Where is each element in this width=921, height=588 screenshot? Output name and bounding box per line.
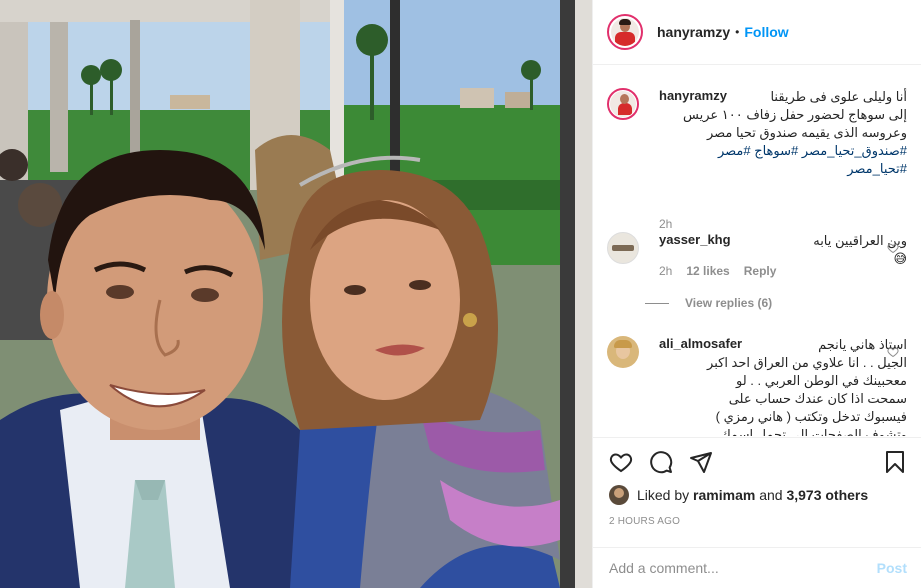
comment-line: فيسبوك تدخل وتكتب ( هاني رمزي ) xyxy=(715,409,907,424)
liked-by-prefix: Liked by xyxy=(637,487,690,503)
liked-by-user[interactable]: ramimam xyxy=(693,487,755,503)
reply-button[interactable]: Reply xyxy=(744,264,777,278)
comment-text: استاذ هاني يانجم الجيل . . انا علاوي من … xyxy=(662,336,907,436)
liked-by-and: and xyxy=(759,487,783,503)
post-timestamp[interactable]: 2 HOURS AGO xyxy=(609,516,680,527)
caption-meta: 2h xyxy=(659,217,672,231)
comment-time[interactable]: 2h xyxy=(659,264,672,278)
caption-text: أنا وليلى علوى فى طريقنا إلى سوهاج لحضور… xyxy=(677,88,907,178)
author-avatar[interactable] xyxy=(607,14,643,50)
add-comment-input[interactable]: Add a comment... xyxy=(609,560,877,576)
comment-line: الجيل . . انا علاوي من العراق احد اكبر xyxy=(707,355,907,370)
commenter-avatar[interactable] xyxy=(607,232,639,264)
caption-avatar[interactable] xyxy=(607,88,639,120)
comments-list[interactable]: hanyramzy أنا وليلى علوى فى طريقنا إلى س… xyxy=(593,66,921,436)
caption: hanyramzy أنا وليلى علوى فى طريقنا إلى س… xyxy=(607,88,907,238)
caption-line: وعروسه الذى يقيمه صندوق تحيا مصر xyxy=(706,125,907,140)
comment-likes[interactable]: 12 likes xyxy=(686,264,729,278)
header-separator: • xyxy=(735,25,740,39)
selfie-image xyxy=(0,0,592,588)
follow-button[interactable]: Follow xyxy=(744,24,788,40)
post-actions: Liked by ramimam and 3,973 others 2 HOUR… xyxy=(593,437,921,547)
caption-time[interactable]: 2h xyxy=(659,217,672,231)
comment-line: استاذ هاني يانجم xyxy=(818,337,907,352)
action-icons xyxy=(609,450,907,478)
post-comment-button[interactable]: Post xyxy=(877,560,907,576)
liked-by: Liked by ramimam and 3,973 others xyxy=(609,485,868,505)
add-comment-bar: Add a comment... Post xyxy=(593,547,921,588)
post-photo[interactable] xyxy=(0,0,592,588)
comment-icon[interactable] xyxy=(649,450,673,474)
heart-icon[interactable] xyxy=(609,450,633,474)
comment-line: وتشوف الصفحات الي تحمل اسمك xyxy=(720,427,907,436)
view-replies-label[interactable]: View replies (6) xyxy=(685,296,772,310)
comment-line: معحبينك في الوطن العربي . . لو xyxy=(736,373,907,388)
share-icon[interactable] xyxy=(689,450,713,474)
view-replies-button[interactable]: View replies (6) xyxy=(645,296,772,310)
comment-meta: 2h 12 likes Reply xyxy=(659,264,776,278)
post-details-panel: hanyramzy • Follow hanyramzy أنا وليلى ع… xyxy=(592,0,921,588)
bookmark-icon[interactable] xyxy=(883,450,907,474)
liked-by-others[interactable]: 3,973 others xyxy=(786,487,868,503)
caption-line: أنا وليلى علوى فى طريقنا xyxy=(770,89,907,104)
author-username[interactable]: hanyramzy xyxy=(657,24,730,40)
like-small-icon[interactable] xyxy=(887,242,899,254)
commenter-username[interactable]: yasser_khg xyxy=(659,232,731,247)
replies-divider xyxy=(645,302,669,304)
caption-hashtags[interactable]: #تحيا_مصر xyxy=(677,160,907,178)
caption-line: إلى سوهاج لحضور حفل زفاف ١٠٠ عريس xyxy=(683,107,907,122)
commenter-avatar[interactable] xyxy=(607,336,639,368)
caption-hashtags[interactable]: #صندوق_تحيا_مصر #سوهاج #مصر xyxy=(677,142,907,160)
post-header: hanyramzy • Follow xyxy=(593,0,921,65)
comment-item: ali_almosafer استاذ هاني يانجم الجيل . .… xyxy=(607,336,907,436)
comment-line: سمحت اذا كان عندك حساب على xyxy=(728,391,907,406)
liker-avatar[interactable] xyxy=(609,485,629,505)
like-small-icon[interactable] xyxy=(887,346,899,358)
